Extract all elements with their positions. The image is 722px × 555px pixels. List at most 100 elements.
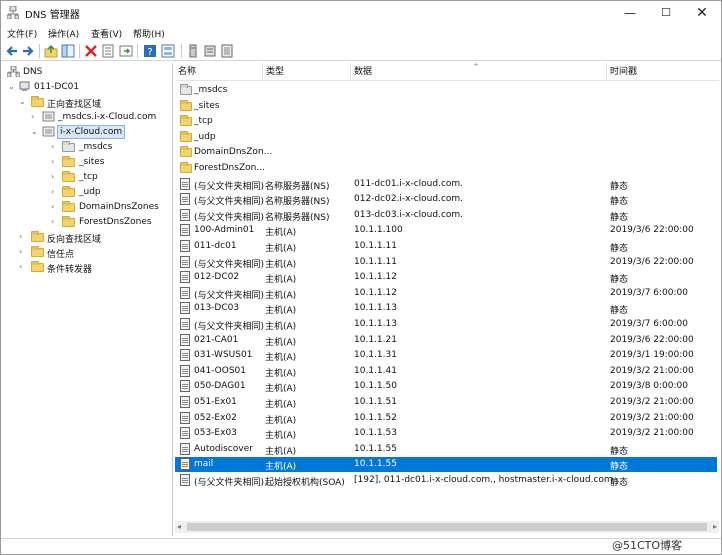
record-timestamp: 静态 <box>610 478 629 488</box>
record-row[interactable]: _msdcs <box>175 83 717 98</box>
record-row[interactable]: (与父文件夹相同) 主机(A) 10.1.1.12 2019/3/7 6:00:00 <box>175 286 717 301</box>
menu-action[interactable]: 操作(A) <box>48 27 79 40</box>
record-row[interactable]: 052-Ex02 主机(A) 10.1.1.52 2019/3/2 21:00:00 <box>175 411 717 426</box>
refresh-icon[interactable] <box>119 44 133 58</box>
record-row[interactable]: 012-DC02 主机(A) 10.1.1.12 静态 <box>175 270 717 285</box>
record-timestamp: 2019/3/2 21:00:00 <box>610 412 694 423</box>
scrollbar-thumb[interactable] <box>187 523 707 531</box>
record-row[interactable]: DomainDnsZon... <box>175 145 717 160</box>
collapse-arrow-icon[interactable]: › <box>51 187 59 197</box>
folder-icon <box>31 261 44 272</box>
properties-icon[interactable] <box>101 44 115 58</box>
expand-arrow-icon[interactable]: ⌄ <box>19 97 27 107</box>
record-row[interactable]: 050-DAG01 主机(A) 10.1.1.50 2019/3/8 0:00:00 <box>175 379 717 394</box>
record-row[interactable]: ForestDnsZon... <box>175 161 717 176</box>
tree-item-reverse-lookup-zones[interactable]: › 反向查找区域 <box>5 230 165 245</box>
menu-help[interactable]: 帮助(H) <box>133 27 165 40</box>
tree-item-domaindnszones[interactable]: › DomainDnsZones <box>5 200 165 215</box>
maximize-button[interactable]: ☐ <box>649 3 683 23</box>
scroll-right-arrow-icon[interactable]: ▸ <box>713 522 717 531</box>
menu-view[interactable]: 查看(V) <box>91 27 122 40</box>
record-type: 主机(A) <box>265 259 297 270</box>
tree-item-server[interactable]: ⌄ 011-DC01 <box>5 80 165 95</box>
tree-item-trust-points[interactable]: › 信任点 <box>5 245 165 260</box>
record-name: 012-DC02 <box>194 272 240 283</box>
tree-item-forestdnszones[interactable]: › ForestDnsZones <box>5 215 165 230</box>
collapse-arrow-icon[interactable]: › <box>51 172 59 182</box>
column-header-timestamp[interactable]: 时间戳 <box>607 63 719 81</box>
dns-app-icon <box>7 6 19 19</box>
record-icon <box>180 474 190 486</box>
tree-item-conditional-forwarders[interactable]: › 条件转发器 <box>5 260 165 275</box>
collapse-arrow-icon[interactable]: › <box>51 217 59 227</box>
record-row[interactable]: Autodiscover 主机(A) 10.1.1.55 静态 <box>175 442 717 457</box>
tree-item-msdcs[interactable]: › _msdcs <box>5 140 165 155</box>
record-row[interactable]: 100-Admin01 主机(A) 10.1.1.100 2019/3/6 22:00… <box>175 223 717 238</box>
delete-icon[interactable] <box>84 44 98 58</box>
tree-item-dns[interactable]: DNS <box>5 65 165 80</box>
horizontal-scrollbar[interactable]: ◂ ▸ <box>175 521 719 533</box>
zone-icon[interactable] <box>220 44 234 58</box>
tree-item-sites[interactable]: › _sites <box>5 155 165 170</box>
view-icon[interactable] <box>161 44 175 58</box>
record-row[interactable]: 053-Ex03 主机(A) 10.1.1.53 2019/3/2 21:00:00 <box>175 426 717 441</box>
record-icon <box>180 286 190 299</box>
forward-arrow-icon[interactable] <box>21 44 35 58</box>
record-name: 100-Admin01 <box>194 225 255 236</box>
up-folder-icon[interactable] <box>44 44 58 58</box>
record-data: 10.1.1.11 <box>354 241 397 251</box>
record-icon <box>180 302 190 315</box>
record-row[interactable]: (与父文件夹相同) 名称服务器(NS) 013-dc03.i-x-cloud.com… <box>175 208 717 223</box>
record-row[interactable]: _sites <box>175 99 717 114</box>
minimize-button[interactable]: — <box>613 3 647 23</box>
record-row[interactable]: 021-CA01 主机(A) 10.1.1.21 2019/3/6 22:00:00 <box>175 333 717 348</box>
tree-item-msdcs-zone[interactable]: › _msdcs.i-x-Cloud.com <box>5 110 170 125</box>
record-type: 主机(A) <box>265 415 297 426</box>
collapse-arrow-icon[interactable]: › <box>19 262 27 272</box>
record-icon <box>180 396 190 408</box>
server-alt-icon[interactable] <box>203 44 217 58</box>
column-header-data[interactable]: 数据 <box>351 63 607 81</box>
menu-file[interactable]: 文件(F) <box>7 27 37 40</box>
tree-item-tcp[interactable]: › _tcp <box>5 170 165 185</box>
record-timestamp: 2019/3/6 22:00:00 <box>610 225 694 236</box>
record-name: DomainDnsZon... <box>194 147 273 158</box>
record-row[interactable]: mail 主机(A) 10.1.1.55 静态 <box>175 457 717 473</box>
record-data: 10.1.1.55 <box>354 459 397 470</box>
server-icon <box>19 81 30 91</box>
tree-item-udp[interactable]: › _udp <box>5 185 165 200</box>
collapse-arrow-icon[interactable]: › <box>51 157 59 167</box>
expand-arrow-icon[interactable]: ⌄ <box>31 127 39 137</box>
column-header-type[interactable]: 类型 <box>263 63 351 81</box>
tree-item-forward-lookup-zones[interactable]: ⌄ 正向查找区域 <box>5 95 165 110</box>
record-row[interactable]: (与父文件夹相同) 名称服务器(NS) 012-dc02.i-x-cloud.com… <box>175 192 717 207</box>
record-name: 051-Ex01 <box>194 397 237 407</box>
record-row[interactable]: 011-dc01 主机(A) 10.1.1.11 静态 <box>175 239 717 254</box>
expand-arrow-icon[interactable]: ⌄ <box>8 82 16 92</box>
collapse-arrow-icon[interactable]: › <box>51 202 59 212</box>
record-row[interactable]: (与父文件夹相同) 主机(A) 10.1.1.11 2019/3/6 22:00:00 <box>175 255 717 270</box>
record-row[interactable]: _tcp <box>175 114 717 129</box>
record-row[interactable]: (与父文件夹相同) 起始授权机构(SOA) [192], 011-dc01.i-x-… <box>175 473 717 488</box>
collapse-arrow-icon[interactable]: › <box>31 112 39 122</box>
collapse-arrow-icon[interactable]: › <box>19 232 27 242</box>
help-icon[interactable]: ? <box>143 44 157 58</box>
back-arrow-icon[interactable] <box>5 44 19 58</box>
collapse-arrow-icon[interactable]: › <box>19 247 27 257</box>
record-row[interactable]: 051-Ex01 主机(A) 10.1.1.51 2019/3/2 21:00:00 <box>175 395 717 410</box>
column-header-name[interactable]: 名称 <box>175 63 263 81</box>
record-icon <box>180 411 190 424</box>
server-icon[interactable] <box>186 44 200 58</box>
show-tree-icon[interactable] <box>61 44 75 58</box>
record-type: 主机(A) <box>265 244 297 254</box>
record-row[interactable]: (与父文件夹相同) 主机(A) 10.1.1.13 2019/3/7 6:00:00 <box>175 317 717 332</box>
collapse-arrow-icon[interactable]: › <box>51 142 59 152</box>
record-row[interactable]: _udp <box>175 130 717 145</box>
close-button[interactable]: ✕ <box>685 3 719 23</box>
scroll-left-arrow-icon[interactable]: ◂ <box>177 522 181 531</box>
record-row[interactable]: (与父文件夹相同) 名称服务器(NS) 011-dc01.i-x-cloud.com… <box>175 177 717 192</box>
record-row[interactable]: 031-WSUS01 主机(A) 10.1.1.31 2019/3/1 19:00:0… <box>175 348 717 363</box>
tree-item-ix-cloud-zone[interactable]: ⌄ i-x-Cloud.com <box>5 125 170 140</box>
record-row[interactable]: 013-DC03 主机(A) 10.1.1.13 静态 <box>175 301 717 316</box>
record-row[interactable]: 041-OOS01 主机(A) 10.1.1.41 2019/3/2 21:00:00 <box>175 364 717 379</box>
